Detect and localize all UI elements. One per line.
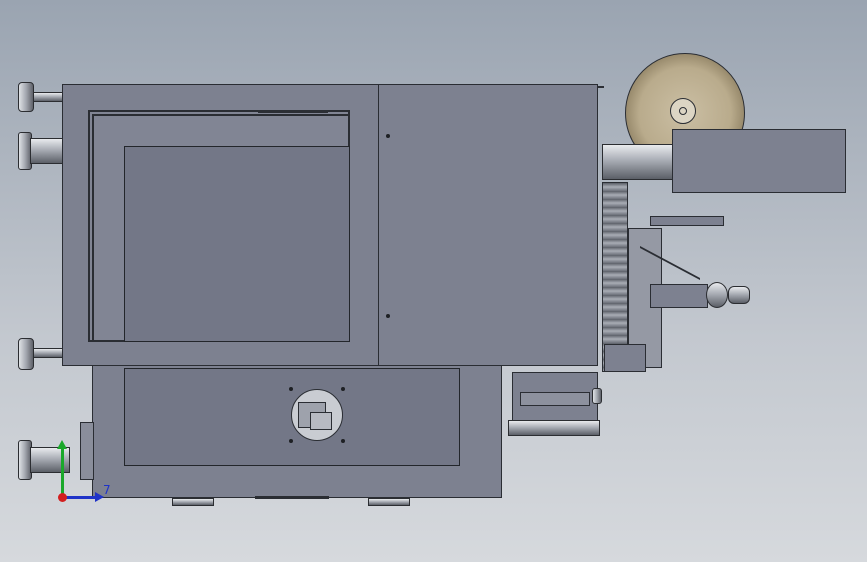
side-knob[interactable] [592,388,602,404]
table-slot [520,392,590,406]
motor-housing[interactable] [672,129,846,193]
leveling-foot-top[interactable] [18,82,34,112]
clamp-knob-1[interactable] [706,282,728,308]
port-bolt-2 [341,387,345,391]
base-pad-left [172,498,214,506]
caster-upper-body [30,138,64,164]
guide-block[interactable] [604,344,646,372]
inspection-port[interactable] [291,389,343,441]
door-hinge-top [386,134,390,138]
table-base [508,420,600,436]
base-rail [255,496,329,499]
window-panel[interactable] [124,146,350,342]
clamp-knob-2[interactable] [728,286,750,304]
door-panel[interactable] [378,84,598,366]
origin-dot [58,493,67,502]
wheel-hub-center [679,107,687,115]
spindle-shaft[interactable] [602,144,678,180]
y-axis-arrow [61,444,64,500]
base-pad-right [368,498,410,506]
top-rail [258,110,328,113]
leveling-foot-stem [33,92,63,102]
x-axis-label: 7 [103,483,111,497]
door-hinge-bottom [386,314,390,318]
y-axis-head [57,440,67,449]
port-bolt-1 [289,387,293,391]
port-bolt-4 [341,439,345,443]
axis-triad: 7 [55,440,115,510]
port-internal-step [310,412,332,430]
leveling-foot-bottom[interactable] [18,338,34,370]
door-edge [598,86,604,88]
slide-block[interactable] [650,284,708,308]
leveling-foot-bottom-stem [33,348,63,358]
mount-bracket[interactable] [650,216,724,226]
cad-viewport[interactable]: 7 [0,0,867,562]
port-bolt-3 [289,439,293,443]
x-axis-arrow [62,496,98,499]
